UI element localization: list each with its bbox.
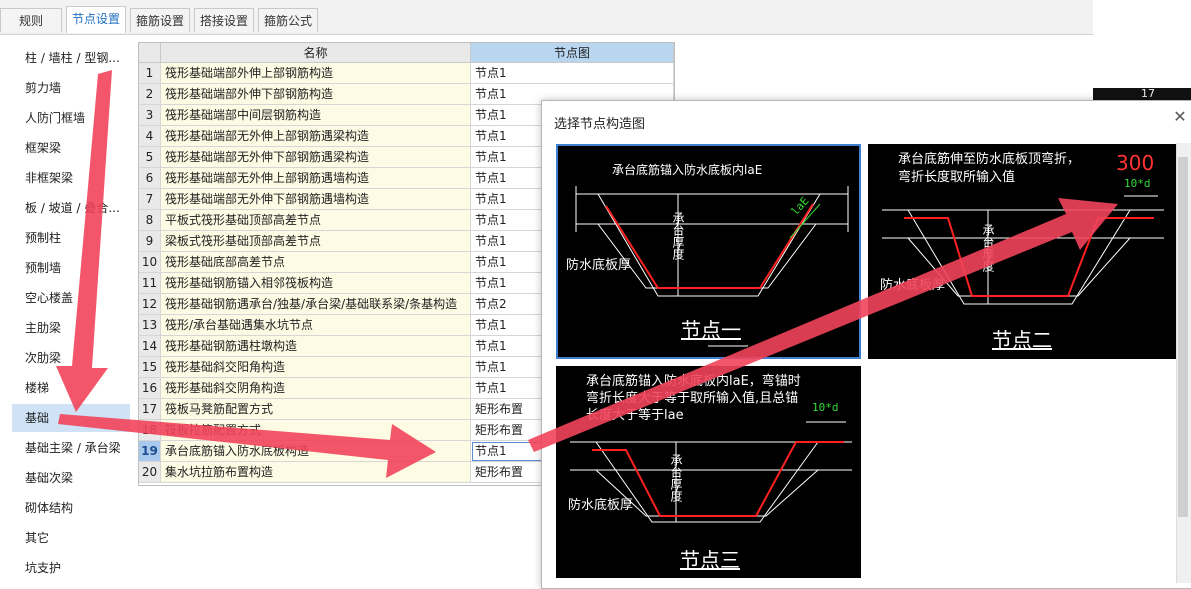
tab-label: 节点设置 xyxy=(71,12,120,26)
row-name-cell[interactable]: 筏形基础端部无外伸上部钢筋遇墙构造 xyxy=(161,168,471,189)
node1-slab-label: 防水底板厚 xyxy=(566,258,632,273)
strip-value: 17 xyxy=(1141,87,1155,100)
table-row[interactable]: 1 筏形基础端部外伸上部钢筋构造 节点1 xyxy=(139,63,674,84)
sidebar-item-frame-beam[interactable]: 框架梁 xyxy=(12,134,130,162)
close-icon[interactable]: ✕ xyxy=(1172,109,1188,125)
row-name-cell[interactable]: 承台底筋锚入防水底板构造 xyxy=(161,441,471,462)
row-number: 19 xyxy=(139,441,161,462)
row-name-cell[interactable]: 筏形基础端部无外伸上部钢筋遇梁构造 xyxy=(161,126,471,147)
row-name-cell[interactable]: 集水坑拉筋布置构造 xyxy=(161,462,471,483)
scrollbar-thumb[interactable] xyxy=(1178,157,1188,517)
sidebar-item-slab[interactable]: 板 / 坡道 / 叠合... xyxy=(12,194,130,222)
dialog-title: 选择节点构造图 xyxy=(554,117,646,132)
row-number: 5 xyxy=(139,147,161,168)
sidebar-item-foundation[interactable]: 基础 xyxy=(12,404,130,432)
sidebar-item-other[interactable]: 其它 xyxy=(12,524,130,552)
tab-stirrup-formula[interactable]: 箍筋公式 xyxy=(258,8,318,32)
sidebar-item-main-rib-beam[interactable]: 主肋梁 xyxy=(12,314,130,342)
row-number: 9 xyxy=(139,231,161,252)
row-name-cell[interactable]: 筏板马凳筋配置方式 xyxy=(161,399,471,420)
row-number: 15 xyxy=(139,357,161,378)
node2-thickness-label: 承台厚度 xyxy=(981,224,995,272)
column-header-node[interactable]: 节点图 xyxy=(471,43,674,63)
sidebar-item-civil-defense-wall[interactable]: 人防门框墙 xyxy=(12,104,130,132)
row-node-cell[interactable]: 节点1 xyxy=(471,63,674,84)
row-name-cell[interactable]: 梁板式筏形基础顶部高差节点 xyxy=(161,231,471,252)
row-number: 12 xyxy=(139,294,161,315)
sidebar-item-precast-wall[interactable]: 预制墙 xyxy=(12,254,130,282)
row-name-cell[interactable]: 筏形基础端部外伸下部钢筋构造 xyxy=(161,84,471,105)
row-number: 11 xyxy=(139,273,161,294)
node-option-3[interactable]: 承台底筋锚入防水底板内laE，弯锚时 弯折长度大于等于取所输入值,且总锚 长度大… xyxy=(556,366,861,578)
row-name-cell[interactable]: 筏形基础端部中间层钢筋构造 xyxy=(161,105,471,126)
sidebar-item-shear-wall[interactable]: 剪力墙 xyxy=(12,74,130,102)
node3-slab-label: 防水底板厚 xyxy=(568,498,634,513)
row-name-cell[interactable]: 筏形/承台基础遇集水坑节点 xyxy=(161,315,471,336)
row-number: 7 xyxy=(139,189,161,210)
node1-thickness-label: 承台厚度 xyxy=(671,212,685,260)
row-number: 14 xyxy=(139,336,161,357)
node3-title: 节点三 xyxy=(680,548,740,572)
row-name-cell[interactable]: 筏形基础底部高差节点 xyxy=(161,252,471,273)
row-name-cell[interactable]: 平板式筏形基础顶部高差节点 xyxy=(161,210,471,231)
node2-title: 节点二 xyxy=(992,328,1052,352)
tab-node-settings[interactable]: 节点设置 xyxy=(66,6,126,33)
row-number: 3 xyxy=(139,105,161,126)
column-header-name: 名称 xyxy=(161,43,471,63)
node1-title: 节点一 xyxy=(681,318,741,342)
select-node-dialog: 选择节点构造图 ✕ 承台底筋锚入防水底板内laE laE 承台厚度 防水底板厚 … xyxy=(541,100,1191,589)
row-number: 4 xyxy=(139,126,161,147)
row-name-cell[interactable]: 筏形基础斜交阳角构造 xyxy=(161,357,471,378)
sidebar-item-masonry[interactable]: 砌体结构 xyxy=(12,494,130,522)
tab-stirrup-settings[interactable]: 箍筋设置 xyxy=(130,8,190,32)
row-name-cell[interactable]: 筏形基础钢筋遇承台/独基/承台梁/基础联系梁/条基构造 xyxy=(161,294,471,315)
sidebar-item-pit-support[interactable]: 坑支护 xyxy=(12,554,130,582)
row-name-cell[interactable]: 筏形基础斜交阴角构造 xyxy=(161,378,471,399)
sidebar-item-hollow-floor[interactable]: 空心楼盖 xyxy=(12,284,130,312)
row-name-cell[interactable]: 筏形基础端部无外伸下部钢筋遇墙构造 xyxy=(161,189,471,210)
tab-lap-settings[interactable]: 搭接设置 xyxy=(194,8,254,32)
tab-label: 规则 xyxy=(18,14,43,28)
row-number: 17 xyxy=(139,399,161,420)
sidebar-item-foundation-secondary-beam[interactable]: 基础次梁 xyxy=(12,464,130,492)
tab-label: 搭接设置 xyxy=(199,14,248,28)
sidebar-item-precast-column[interactable]: 预制柱 xyxy=(12,224,130,252)
row-number: 16 xyxy=(139,378,161,399)
row-name-cell[interactable]: 筏形基础钢筋锚入相邻筏板构造 xyxy=(161,273,471,294)
row-name-cell[interactable]: 筏形基础端部无外伸下部钢筋遇梁构造 xyxy=(161,147,471,168)
node-option-1[interactable]: 承台底筋锚入防水底板内laE laE 承台厚度 防水底板厚 节点一 xyxy=(556,144,861,359)
tab-bar: 规则 节点设置 箍筋设置 搭接设置 箍筋公式 xyxy=(0,0,1093,35)
row-name-cell[interactable]: 筏板拉筋配置方式 xyxy=(161,420,471,441)
category-sidebar: 柱 / 墙柱 / 型钢... 剪力墙 人防门框墙 框架梁 非框架梁 板 / 坡道… xyxy=(12,44,130,587)
row-number: 2 xyxy=(139,84,161,105)
row-name-cell[interactable]: 筏形基础钢筋遇柱墩构造 xyxy=(161,336,471,357)
row-number: 13 xyxy=(139,315,161,336)
row-number: 8 xyxy=(139,210,161,231)
sidebar-item-column[interactable]: 柱 / 墙柱 / 型钢... xyxy=(12,44,130,72)
tab-label: 箍筋设置 xyxy=(135,14,184,28)
row-number: 1 xyxy=(139,63,161,84)
row-name-cell[interactable]: 筏形基础端部外伸上部钢筋构造 xyxy=(161,63,471,84)
row-number: 18 xyxy=(139,420,161,441)
node3-thickness-label: 承台厚度 xyxy=(669,454,683,502)
row-number: 10 xyxy=(139,252,161,273)
node-option-2[interactable]: 承台底筋伸至防水底板顶弯折， 弯折长度取所输入值 300 10*d 承台厚度 防… xyxy=(868,144,1176,359)
sidebar-item-non-frame-beam[interactable]: 非框架梁 xyxy=(12,164,130,192)
row-number: 6 xyxy=(139,168,161,189)
sidebar-item-secondary-rib-beam[interactable]: 次肋梁 xyxy=(12,344,130,372)
row-number: 20 xyxy=(139,462,161,483)
sidebar-item-stairs[interactable]: 楼梯 xyxy=(12,374,130,402)
grid-corner xyxy=(139,43,161,63)
node2-slab-label: 防水底板厚 xyxy=(880,278,946,293)
tab-label: 箍筋公式 xyxy=(263,14,312,28)
tab-rules[interactable]: 规则 xyxy=(0,8,62,32)
sidebar-item-foundation-main-beam[interactable]: 基础主梁 / 承台梁 xyxy=(12,434,130,462)
